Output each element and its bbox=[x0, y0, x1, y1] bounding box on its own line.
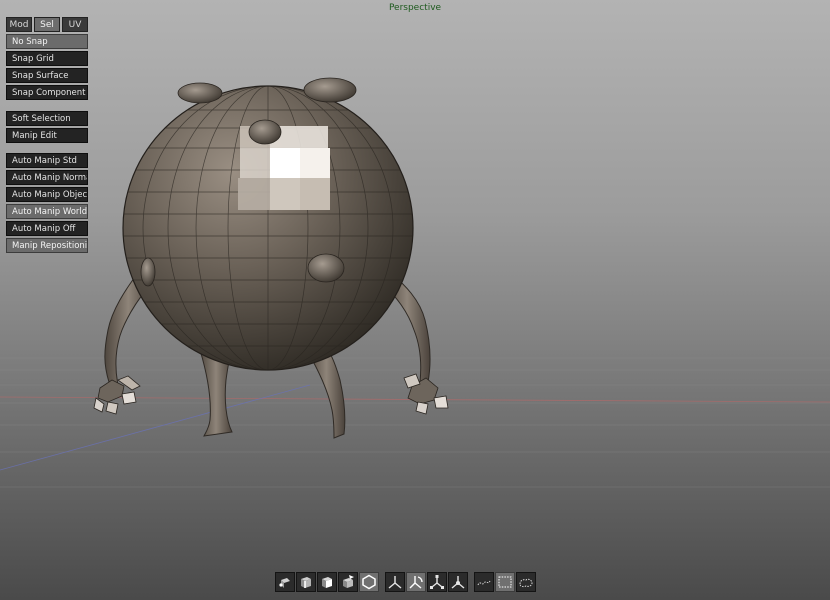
move-manip-button[interactable] bbox=[385, 572, 405, 592]
bottom-toolbar bbox=[275, 572, 536, 592]
snap-grid-button[interactable]: Snap Grid bbox=[6, 51, 88, 66]
manip-edit-button[interactable]: Manip Edit bbox=[6, 128, 88, 143]
auto-manip-world-button[interactable]: Auto Manip World bbox=[6, 204, 88, 219]
soft-selection-button[interactable]: Soft Selection bbox=[6, 111, 88, 126]
manip-repositioning-button[interactable]: Manip Repositioning bbox=[6, 238, 88, 253]
move-manip-icon bbox=[388, 576, 402, 589]
vertex-mode-icon bbox=[279, 578, 290, 588]
no-snap-button[interactable]: No Snap bbox=[6, 34, 88, 49]
object-mode-button[interactable] bbox=[359, 572, 379, 592]
edge-mode-icon bbox=[301, 577, 311, 588]
rotate-manip-button[interactable] bbox=[406, 572, 426, 592]
vertex-mode-button[interactable] bbox=[275, 572, 295, 592]
snap-component-button[interactable]: Snap Component bbox=[6, 85, 88, 100]
tab-uv[interactable]: UV bbox=[62, 17, 88, 32]
mode-tabs: Mod Sel UV bbox=[6, 17, 88, 32]
auto-manip-object-button[interactable]: Auto Manip Object bbox=[6, 187, 88, 202]
left-side-bump bbox=[140, 257, 156, 287]
top-right-bump bbox=[303, 77, 357, 103]
object-mode-icon bbox=[362, 574, 376, 590]
scale-manip-button[interactable] bbox=[427, 572, 447, 592]
manip-menu: Auto Manip Std Auto Manip Normal Auto Ma… bbox=[6, 153, 88, 255]
snap-surface-button[interactable]: Snap Surface bbox=[6, 68, 88, 83]
tab-sel[interactable]: Sel bbox=[34, 17, 60, 32]
face-mode-icon bbox=[322, 577, 332, 588]
scene-render[interactable] bbox=[0, 0, 830, 600]
paint-select-icon bbox=[519, 578, 533, 588]
side-bump bbox=[307, 253, 345, 283]
auto-manip-off-button[interactable]: Auto Manip Off bbox=[6, 221, 88, 236]
scale-manip-icon bbox=[430, 575, 444, 589]
lasso-select-button[interactable] bbox=[474, 572, 494, 592]
top-left-bump bbox=[177, 82, 223, 104]
paint-select-button[interactable] bbox=[516, 572, 536, 592]
rotate-manip-icon bbox=[409, 576, 423, 589]
edit-menu: Soft Selection Manip Edit bbox=[6, 111, 88, 145]
front-bump bbox=[248, 119, 282, 145]
snap-menu: No Snap Snap Grid Snap Surface Snap Comp… bbox=[6, 34, 88, 102]
universal-manip-icon bbox=[451, 576, 465, 589]
tab-mod[interactable]: Mod bbox=[6, 17, 32, 32]
marquee-select-button[interactable] bbox=[495, 572, 515, 592]
selection-mode-group bbox=[275, 572, 379, 592]
auto-manip-std-button[interactable]: Auto Manip Std bbox=[6, 153, 88, 168]
3d-viewport[interactable]: Perspective Mod Sel UV No Snap Snap Grid… bbox=[0, 0, 830, 600]
character-body[interactable] bbox=[120, 77, 420, 371]
lasso-select-icon bbox=[477, 580, 491, 586]
auto-manip-normal-button[interactable]: Auto Manip Normal bbox=[6, 170, 88, 185]
manipulator-group bbox=[385, 572, 468, 592]
edge-mode-button[interactable] bbox=[296, 572, 316, 592]
universal-manip-button[interactable] bbox=[448, 572, 468, 592]
uv-mode-button[interactable] bbox=[338, 572, 358, 592]
select-tool-group bbox=[474, 572, 536, 592]
marquee-select-icon bbox=[498, 576, 512, 588]
uv-mode-icon bbox=[343, 575, 354, 588]
face-mode-button[interactable] bbox=[317, 572, 337, 592]
